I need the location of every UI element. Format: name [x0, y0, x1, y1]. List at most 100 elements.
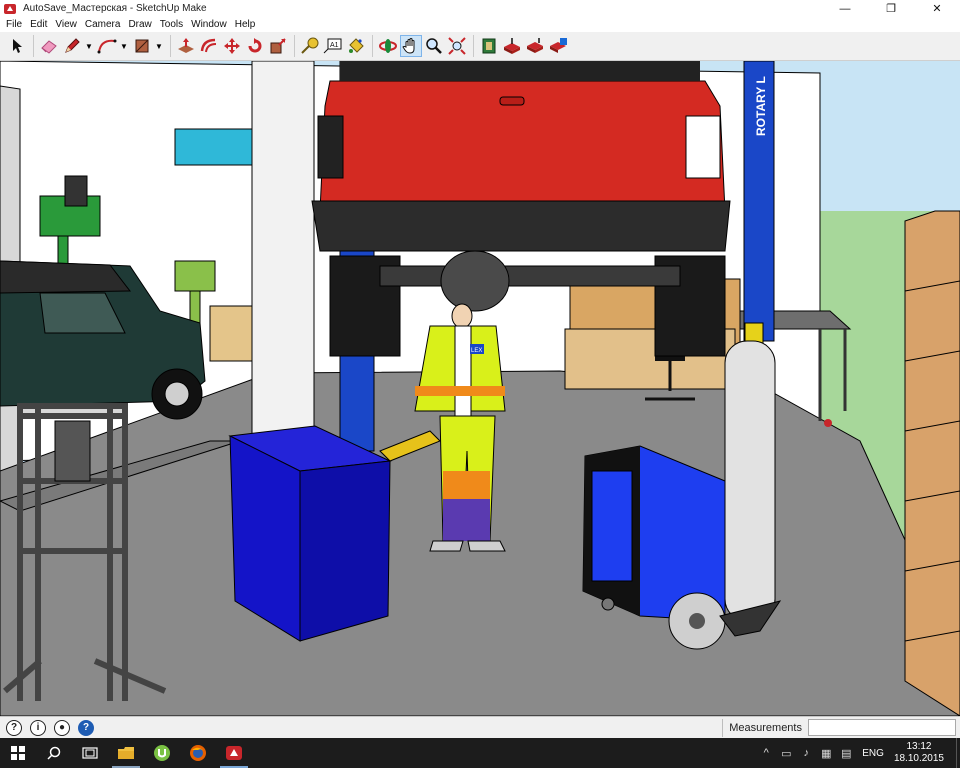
arc-tool[interactable]: [96, 35, 118, 57]
menu-draw[interactable]: Draw: [124, 19, 155, 30]
press-jack: [54, 420, 91, 482]
arc-tool-dropdown[interactable]: ▼: [119, 35, 129, 57]
tape-measure-tool[interactable]: [299, 35, 321, 57]
share-model-tool[interactable]: [524, 35, 546, 57]
shape-tool-dropdown[interactable]: ▼: [154, 35, 164, 57]
battery-icon[interactable]: ▭: [778, 738, 794, 768]
window-title: AutoSave_Мастерская - SketchUp Make: [23, 3, 207, 14]
truck-handle: [499, 96, 525, 106]
orbit-icon: [379, 39, 397, 53]
wooden-shelf: [904, 210, 960, 716]
sketchup-icon: [226, 746, 242, 760]
start-button[interactable]: [0, 738, 36, 768]
hand-icon: [402, 38, 415, 54]
taskbar-file-explorer[interactable]: [108, 738, 144, 768]
menu-tools[interactable]: Tools: [156, 19, 187, 30]
truck-taillight-left: [317, 115, 344, 179]
menu-window[interactable]: Window: [187, 19, 231, 30]
status-text-area: [98, 720, 722, 736]
sketchup-app-icon: [4, 3, 16, 14]
move-tool[interactable]: [221, 35, 243, 57]
toolbar-separator: [294, 35, 295, 57]
line-tool[interactable]: [61, 35, 83, 57]
menu-bar: File Edit View Camera Draw Tools Window …: [0, 17, 960, 32]
warehouse-tool[interactable]: [478, 35, 500, 57]
text-tool[interactable]: A1: [322, 35, 344, 57]
paint-bucket-tool[interactable]: [345, 35, 367, 57]
garage-scene: ROTARY L LEX: [0, 61, 960, 716]
help-icon[interactable]: ?: [78, 719, 94, 736]
magnifier-icon: [426, 38, 442, 54]
zoom-tool[interactable]: [423, 35, 445, 57]
orbit-tool[interactable]: [377, 35, 399, 57]
truck-taillight-right: [685, 115, 721, 179]
title-bar: AutoSave_Мастерская - SketchUp Make — ❐ …: [0, 0, 960, 17]
workbench-caster: [824, 419, 832, 427]
eraser-tool[interactable]: [38, 35, 60, 57]
clock-time: 13:12: [906, 741, 932, 752]
credits-icon[interactable]: i: [30, 719, 46, 736]
main-toolbar: ▼ ▼ ▼ A1: [0, 32, 960, 61]
offset-tool[interactable]: [198, 35, 220, 57]
badge-text: LEX: [471, 348, 482, 354]
clock-date: 18.10.2015: [893, 753, 944, 764]
eraser-icon: [41, 40, 57, 54]
task-view-button[interactable]: [72, 738, 108, 768]
show-desktop-button[interactable]: [956, 738, 960, 768]
white-pillar: [251, 61, 315, 442]
truck-top: [340, 61, 700, 81]
model-viewport[interactable]: ROTARY L LEX: [0, 61, 960, 716]
taskbar-utorrent[interactable]: [144, 738, 180, 768]
menu-camera[interactable]: Camera: [81, 19, 125, 30]
taskbar-sketchup[interactable]: [216, 738, 252, 768]
measurements-input[interactable]: [808, 719, 956, 736]
share-model-icon: [527, 38, 543, 53]
menu-view[interactable]: View: [51, 19, 81, 30]
get-models-tool[interactable]: [501, 35, 523, 57]
welder-front-blue: [591, 470, 633, 582]
utorrent-icon: [154, 745, 170, 761]
geo-location-icon[interactable]: ?: [6, 719, 22, 736]
task-view-icon: [82, 747, 98, 759]
tape-icon: [301, 37, 319, 54]
select-tool[interactable]: [6, 35, 28, 57]
line-tool-dropdown[interactable]: ▼: [84, 35, 94, 57]
shape-tool[interactable]: [131, 35, 153, 57]
user-account-icon[interactable]: ●: [54, 719, 70, 736]
search-button[interactable]: [36, 738, 72, 768]
volume-icon[interactable]: ♪: [798, 738, 814, 768]
suv-roof: [0, 260, 132, 294]
pencil-icon: [65, 38, 80, 53]
push-pull-icon: [178, 38, 194, 53]
taskbar-firefox[interactable]: [180, 738, 216, 768]
push-pull-tool[interactable]: [175, 35, 197, 57]
restore-button[interactable]: ❐: [868, 0, 914, 17]
toolbar-separator: [170, 35, 171, 57]
minimize-button[interactable]: —: [822, 0, 868, 17]
mechanic-shirt: [454, 325, 472, 417]
caret-down-icon: ▼: [85, 41, 93, 51]
mechanic-knee-stripe: [443, 471, 490, 499]
windows-taskbar: ^ ▭ ♪ ▦ ▤ ENG 13:12 18.10.2015: [0, 738, 960, 768]
zoom-extents-tool[interactable]: [446, 35, 468, 57]
caret-down-icon: ▼: [120, 41, 128, 51]
pan-tool[interactable]: [400, 35, 422, 57]
suv-hub: [164, 381, 190, 407]
menu-help[interactable]: Help: [231, 19, 260, 30]
menu-edit[interactable]: Edit: [26, 19, 51, 30]
scale-tool[interactable]: [267, 35, 289, 57]
extension-icon: [550, 38, 567, 53]
menu-file[interactable]: File: [2, 19, 26, 30]
taskbar-clock[interactable]: 13:12 18.10.2015: [894, 741, 944, 765]
notification-icon[interactable]: ▤: [838, 738, 854, 768]
rectangle-icon: [135, 39, 149, 53]
window-controls: — ❐ ✕: [822, 0, 960, 17]
system-tray: ^ ▭ ♪ ▦ ▤ ENG 13:12 18.10.2015: [756, 738, 960, 768]
extension-warehouse-tool[interactable]: [547, 35, 569, 57]
rotate-tool[interactable]: [244, 35, 266, 57]
input-language[interactable]: ENG: [862, 748, 884, 759]
close-button[interactable]: ✕: [914, 0, 960, 17]
tray-overflow-icon[interactable]: ^: [758, 738, 774, 768]
network-icon[interactable]: ▦: [818, 738, 834, 768]
folder-icon: [118, 747, 134, 759]
